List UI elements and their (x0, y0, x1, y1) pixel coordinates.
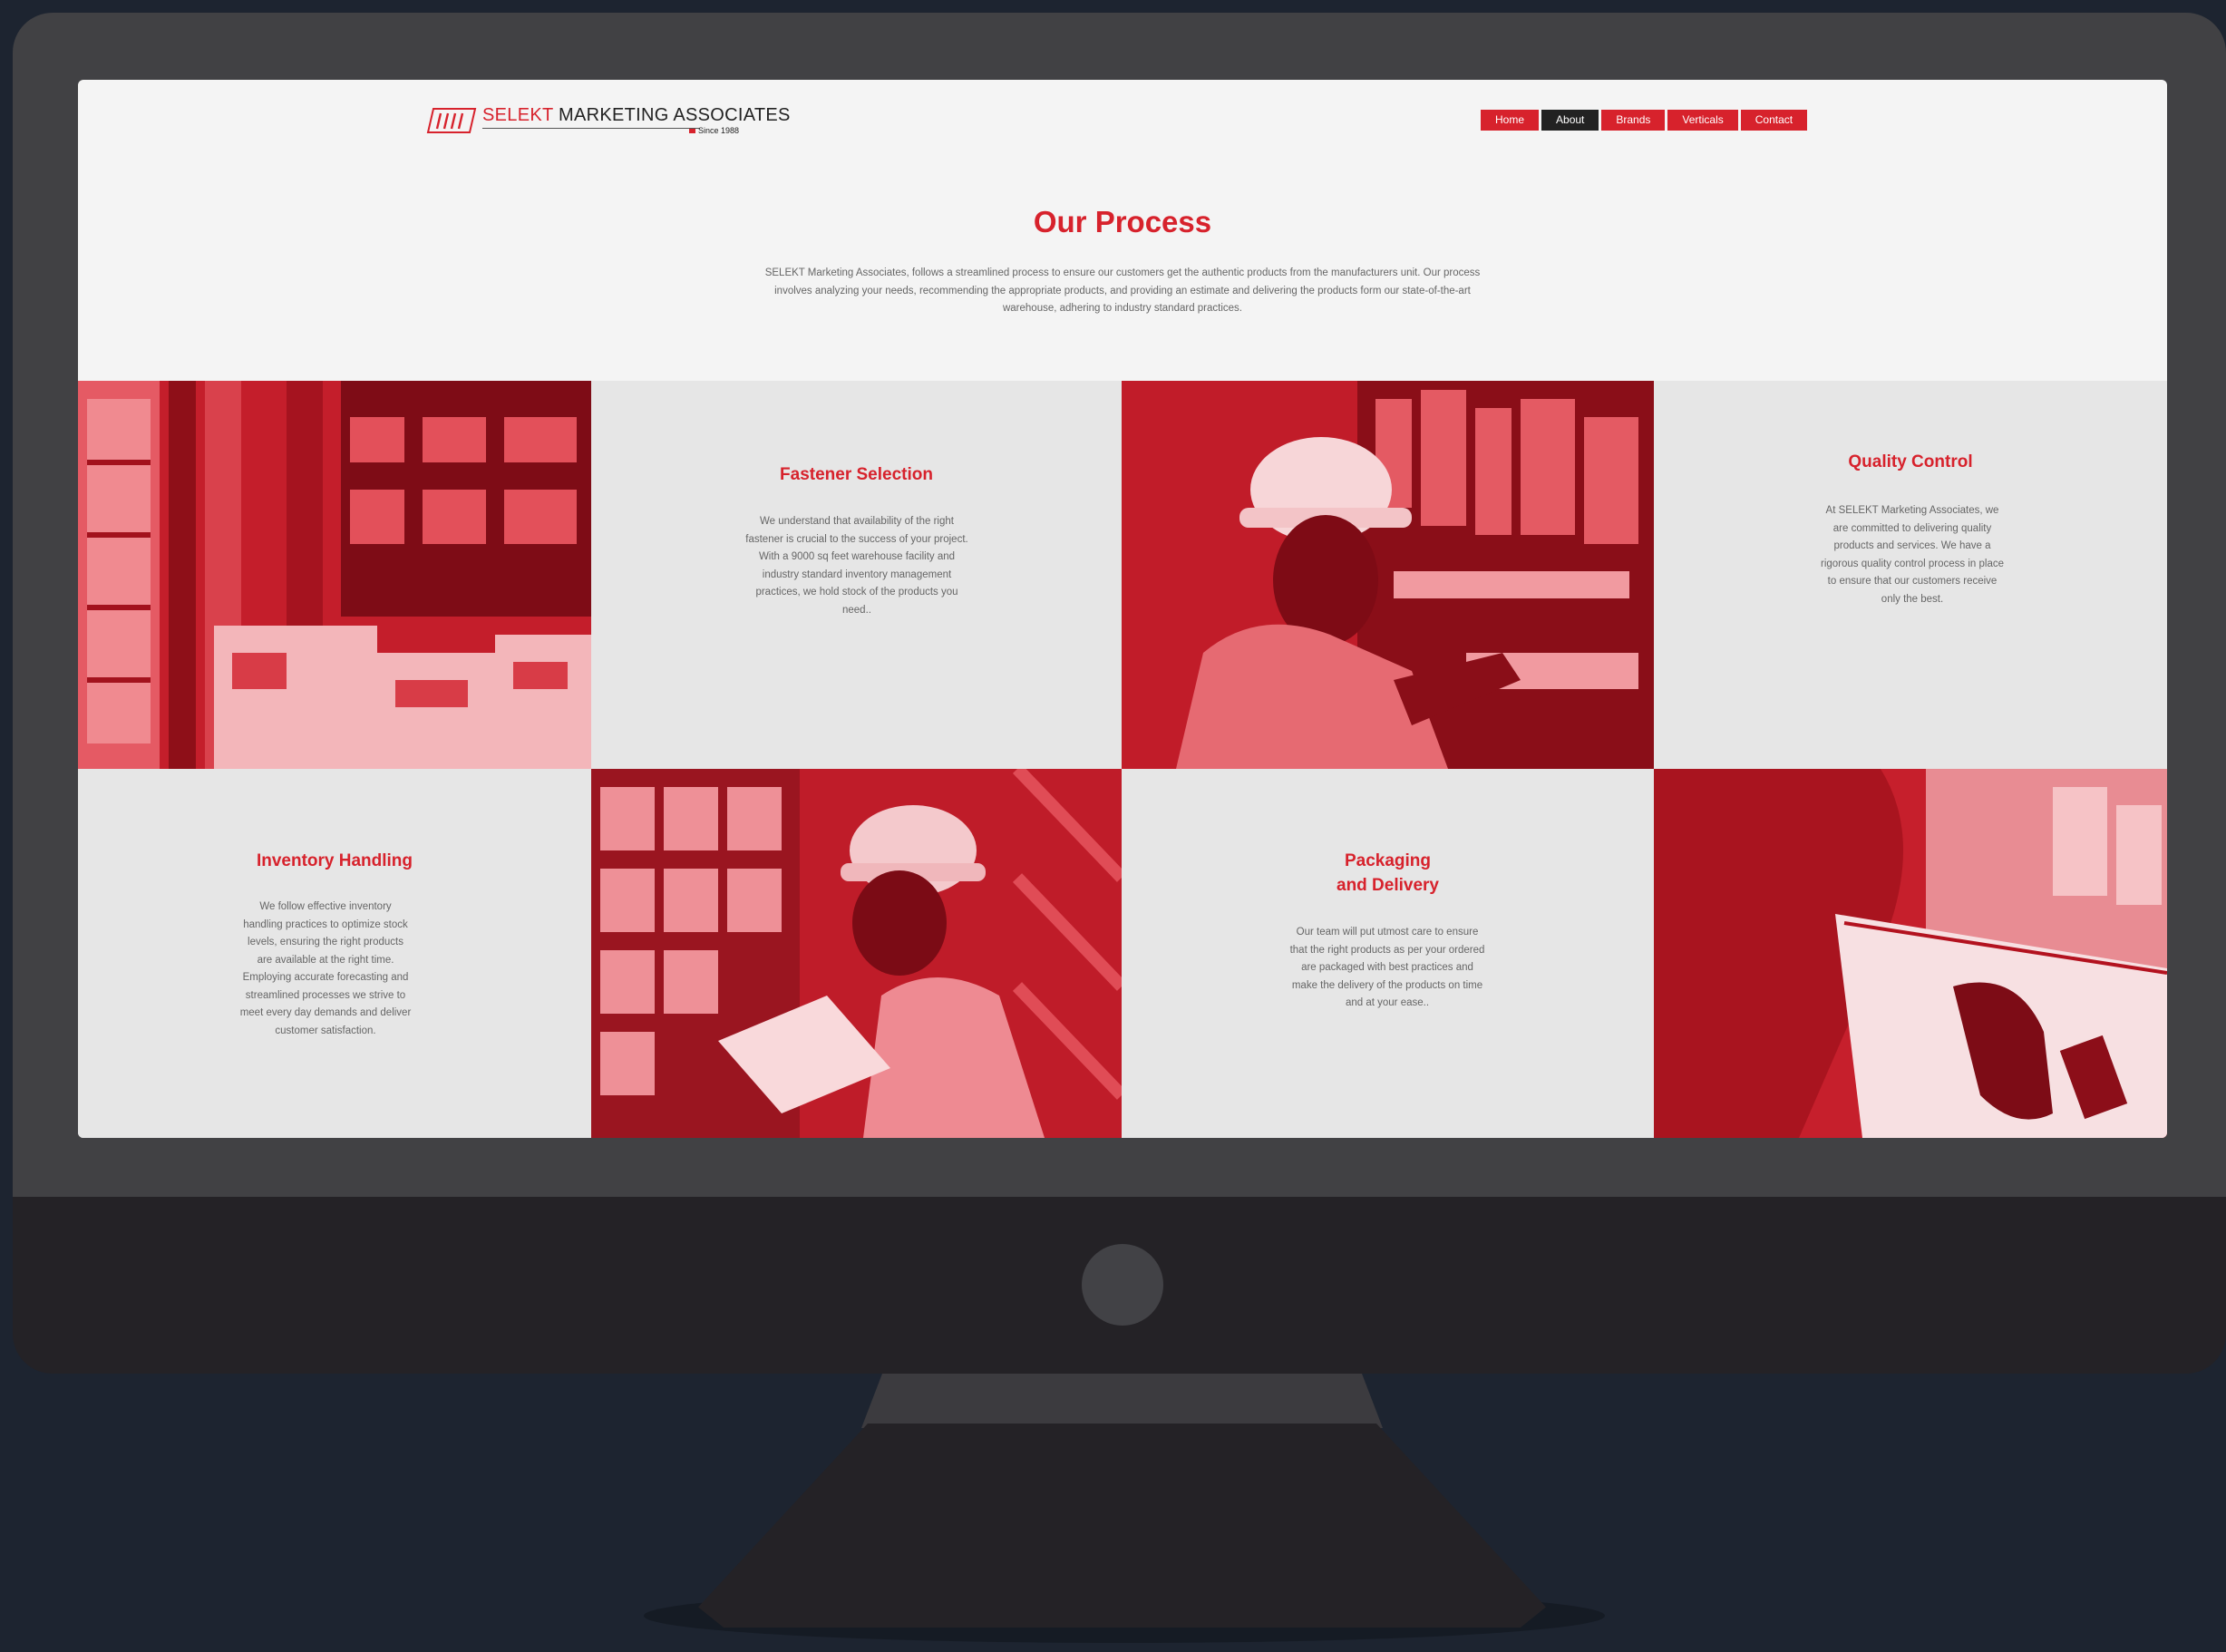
nav-about[interactable]: About (1541, 110, 1599, 131)
photo-worker-checking-shelves (1122, 381, 1654, 769)
card-inventory-handling: Inventory Handling We follow effective i… (78, 769, 591, 1138)
website-screen: SELEKT MARKETING ASSOCIATES Since 1988 H… (78, 80, 2167, 1138)
warehouse-photo-icon (78, 381, 591, 769)
card-title: Inventory Handling (256, 851, 413, 870)
page-title: Our Process (1033, 205, 1212, 238)
card-body: We understand that availability of the r… (745, 516, 968, 616)
intro-text: SELEKT Marketing Associates, follows a s… (764, 267, 1481, 314)
nav-brands[interactable]: Brands (1601, 110, 1666, 131)
nav-home[interactable]: Home (1481, 110, 1540, 131)
card-title: Packaging and Delivery (1337, 851, 1439, 895)
nav-contact[interactable]: Contact (1740, 110, 1808, 131)
photo-warehouse-shelves (78, 381, 591, 769)
packing-photo-icon (1654, 769, 2167, 1138)
card-packaging-delivery: Packaging and Delivery Our team will put … (1122, 769, 1654, 1138)
monitor-logo-dot (1082, 1244, 1163, 1326)
logo-underline (482, 128, 700, 129)
card-fastener-selection: Fastener Selection We understand that av… (591, 381, 1122, 769)
brand-name: SELEKT MARKETING ASSOCIATES (482, 105, 791, 125)
monitor-stand-base (698, 1424, 1546, 1628)
photo-worker-clipboard (591, 769, 1122, 1138)
clipboard-photo-icon (591, 769, 1122, 1138)
worker-photo-icon (1122, 381, 1654, 769)
card-title: Fastener Selection (780, 465, 933, 484)
brand-logo[interactable]: SELEKT MARKETING ASSOCIATES Since 1988 (426, 103, 790, 140)
photo-packing-boxes (1654, 769, 2167, 1138)
card-body: At SELEKT Marketing Associates, we are c… (1821, 505, 2004, 605)
monitor-stand-neck (861, 1374, 1383, 1428)
brand-since: Since 1988 (689, 126, 739, 135)
card-title: Quality Control (1848, 452, 1973, 471)
nav-verticals[interactable]: Verticals (1667, 110, 1738, 131)
logo-mark-icon (426, 108, 477, 133)
card-quality-control: Quality Control At SELEKT Marketing Asso… (1654, 381, 2167, 769)
card-body: Our team will put utmost care to ensure … (1289, 927, 1485, 1008)
main-nav: Home About Brands Verticals Contact (1481, 110, 1808, 131)
card-body: We follow effective inventory handling p… (239, 901, 412, 1036)
